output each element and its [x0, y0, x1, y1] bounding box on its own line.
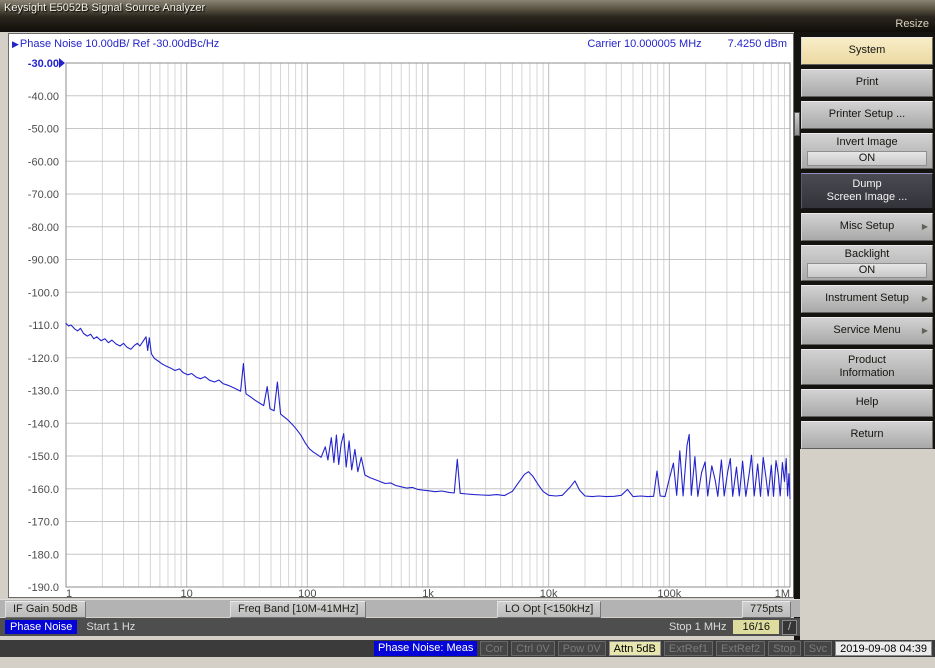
softkey-dump-screen-image[interactable]: DumpScreen Image ... — [801, 173, 933, 209]
softkey-label: Help — [856, 396, 879, 409]
softkey-return[interactable]: Return — [801, 421, 933, 449]
app-window: Keysight E5052B Signal Source Analyzer R… — [0, 0, 935, 668]
status-extref1: ExtRef1 — [664, 641, 713, 656]
measurement-settings-row: IF Gain 50dB Freq Band [10M-41MHz] LO Opt … — [0, 599, 800, 617]
sweep-indicator-button[interactable]: / — [782, 620, 797, 635]
softkey-system[interactable]: System — [801, 37, 933, 65]
x-axis-tick-label: 100 — [298, 588, 316, 597]
softkey-label: Return — [850, 428, 883, 441]
y-axis-tick-label: -150.0 — [28, 451, 59, 463]
softkey-label: System — [849, 44, 886, 57]
resize-button[interactable]: Resize — [895, 18, 929, 30]
softkey-label: Print — [856, 76, 879, 89]
y-axis-tick-label: -110.0 — [29, 320, 59, 332]
y-axis-tick-label: -140.0 — [28, 418, 59, 430]
softkey-label: Invert Image — [836, 136, 897, 149]
status-datetime: 2019-09-08 04:39 — [835, 641, 932, 656]
x-axis-tick-label: 100k — [657, 588, 681, 597]
menu-bar: Resize — [0, 16, 935, 32]
ref-level-marker-icon — [59, 58, 65, 68]
softkey-label: Printer Setup ... — [829, 108, 905, 121]
softkey-label: Backlight — [845, 248, 890, 261]
status-ctrl: Ctrl 0V — [511, 641, 555, 656]
softkey-label: Information — [839, 367, 894, 380]
y-axis-tick-label: -190.0 — [28, 582, 59, 594]
softkey-printer-setup[interactable]: Printer Setup ... — [801, 101, 933, 129]
softkey-value: ON — [807, 263, 927, 278]
phase-noise-plot: -30.00 -40.00 -50.00 -60.00 -70.00 -80.00 -90.… — [9, 34, 793, 597]
softkey-label: Dump — [852, 178, 881, 191]
softkey-invert-image[interactable]: Invert Image ON — [801, 133, 933, 169]
average-counter: 16/16 — [733, 620, 779, 634]
x-axis-tick-label: 10 — [181, 588, 193, 597]
y-axis-tick-label: -50.00 — [28, 124, 59, 136]
softkey-label: Screen Image ... — [827, 191, 908, 204]
sweep-stop-label: Stop 1 MHz — [669, 621, 726, 633]
softkey-instrument-setup[interactable]: Instrument Setup ▶ — [801, 285, 933, 313]
status-meas[interactable]: Phase Noise: Meas — [374, 641, 477, 656]
y-axis-tick-label: -120.0 — [28, 353, 59, 365]
y-axis-tick-label: -80.00 — [28, 222, 59, 234]
softkey-label: Misc Setup — [840, 220, 894, 233]
x-axis-tick-label: 10k — [540, 588, 558, 597]
chip-freq-band[interactable]: Freq Band [10M-41MHz] — [230, 601, 366, 618]
submenu-arrow-icon: ▶ — [922, 294, 928, 304]
chip-lo-opt[interactable]: LO Opt [<150kHz] — [497, 601, 601, 618]
x-axis-tick-label: 1k — [422, 588, 434, 597]
chip-points[interactable]: 775pts — [742, 601, 791, 618]
status-attn: Attn 5dB — [609, 641, 661, 656]
softkey-print[interactable]: Print — [801, 69, 933, 97]
softkey-label: Product — [848, 354, 886, 367]
softkey-product-information[interactable]: ProductInformation — [801, 349, 933, 385]
softkey-service-menu[interactable]: Service Menu ▶ — [801, 317, 933, 345]
submenu-arrow-icon: ▶ — [922, 326, 928, 336]
softkey-help[interactable]: Help — [801, 389, 933, 417]
y-axis-tick-label: -70.00 — [28, 189, 59, 201]
submenu-arrow-icon: ▶ — [922, 222, 928, 232]
y-axis-tick-label: -160.0 — [28, 484, 59, 496]
y-axis-tick-label: -30.00 — [28, 58, 59, 70]
softkey-value: ON — [807, 151, 927, 166]
y-axis-tick-label: -60.00 — [28, 156, 59, 168]
x-axis-tick-label: 1 — [66, 588, 72, 597]
instrument-status-bar: Phase Noise: MeasCorCtrl 0VPow 0VAttn 5d… — [0, 640, 935, 657]
window-title: Keysight E5052B Signal Source Analyzer — [0, 0, 935, 16]
status-pow: Pow 0V — [558, 641, 606, 656]
sweep-range-row: Phase Noise Start 1 Hz Stop 1 MHz 16/16 … — [0, 618, 800, 636]
sweep-start-label: Start 1 Hz — [86, 621, 135, 633]
status-extref2: ExtRef2 — [716, 641, 765, 656]
y-axis-tick-label: -40.00 — [28, 91, 59, 103]
y-axis-tick-label: -100.0 — [28, 287, 59, 299]
measurement-mode-tab[interactable]: Phase Noise — [5, 620, 77, 634]
y-axis-tick-label: -90.00 — [28, 255, 59, 267]
softkey-sidebar: System Print Printer Setup ... Invert Image… — [800, 32, 935, 668]
softkey-misc-setup[interactable]: Misc Setup ▶ — [801, 213, 933, 241]
softkey-label: Service Menu — [833, 324, 900, 337]
status-cor: Cor — [480, 641, 508, 656]
chip-if-gain[interactable]: IF Gain 50dB — [5, 601, 86, 618]
phase-noise-graph-panel: ▶Phase Noise 10.00dB/ Ref -30.00dBc/Hz C… — [8, 33, 794, 598]
status-stop: Stop — [768, 641, 801, 656]
status-svc: Svc — [804, 641, 832, 656]
y-axis-tick-label: -170.0 — [28, 517, 59, 529]
softkey-backlight[interactable]: Backlight ON — [801, 245, 933, 281]
y-axis-tick-label: -180.0 — [28, 549, 59, 561]
y-axis-tick-label: -130.0 — [28, 386, 59, 398]
softkey-label: Instrument Setup — [825, 292, 909, 305]
x-axis-tick-label: 1M — [775, 588, 790, 597]
